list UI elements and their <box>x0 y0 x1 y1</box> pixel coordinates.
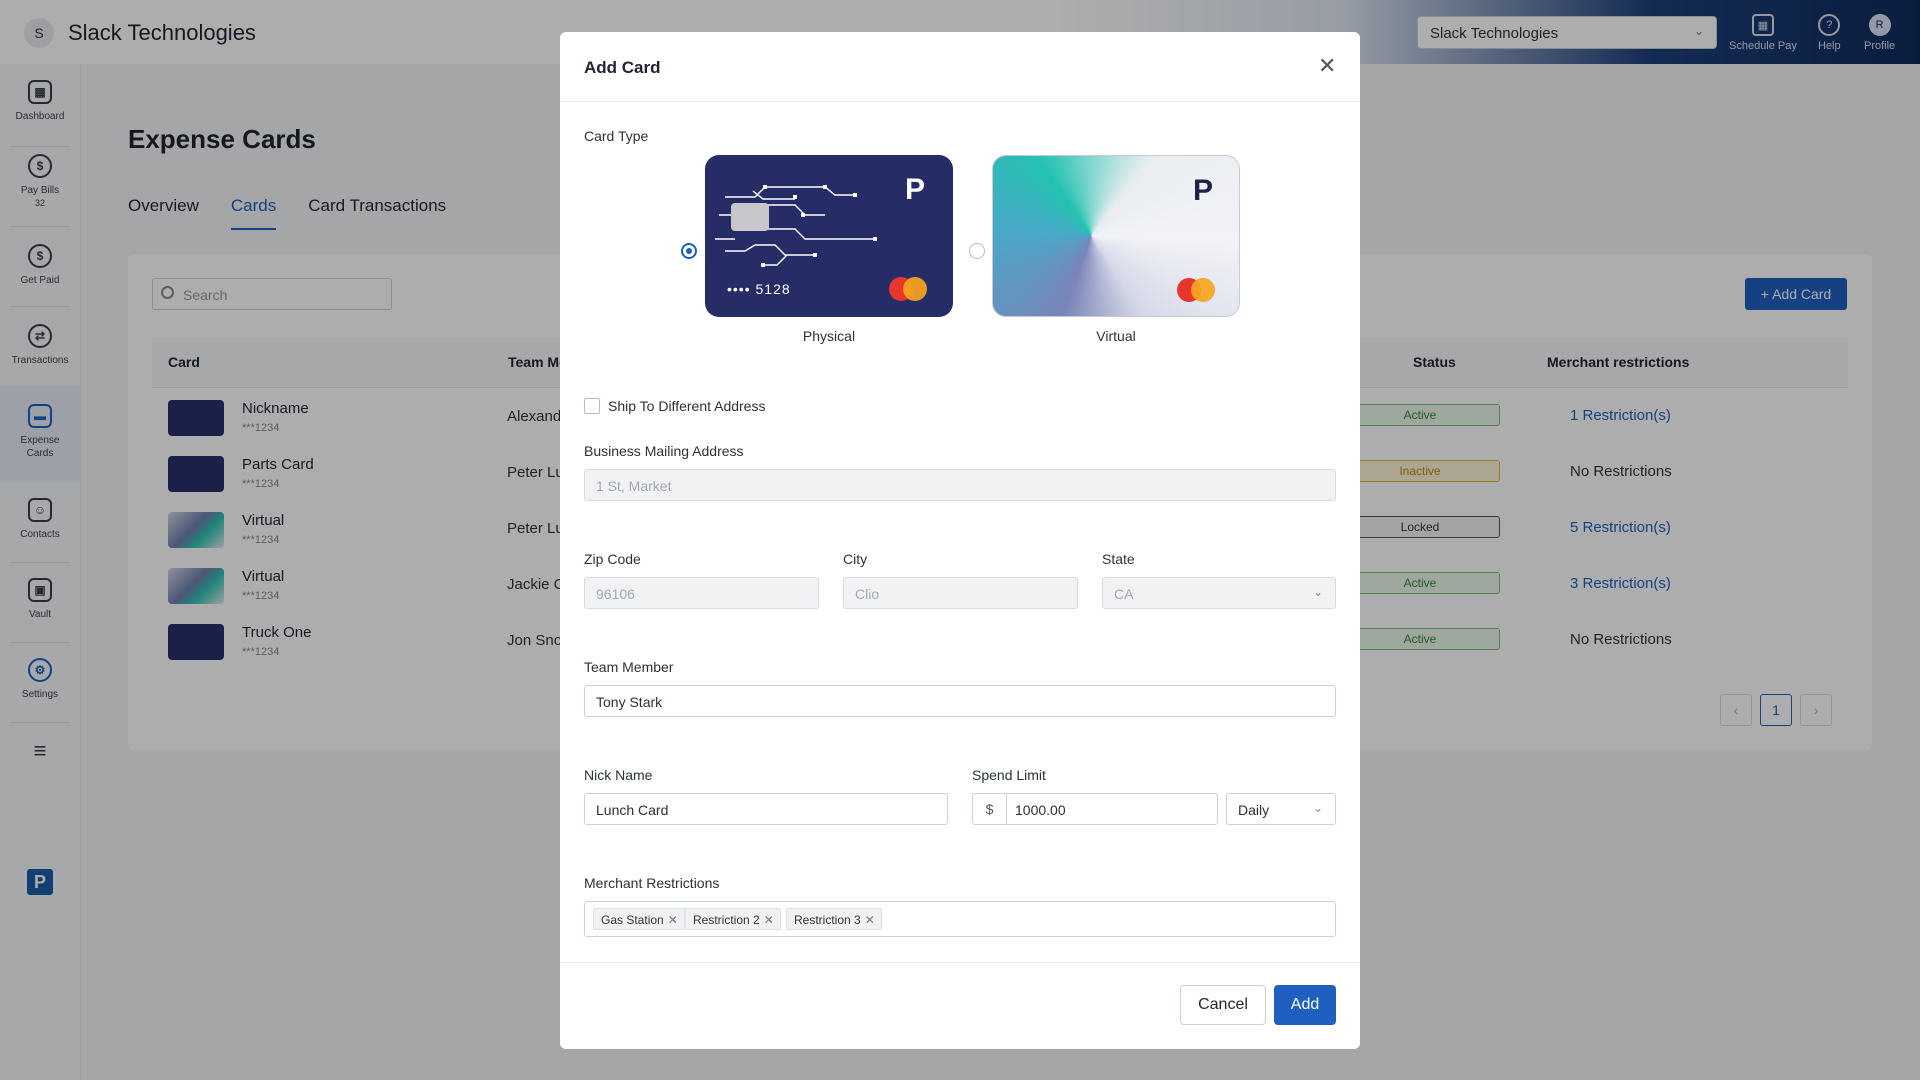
modal-footer: Cancel Add <box>560 962 1360 1049</box>
ship-to-different-address-label[interactable]: Ship To Different Address <box>608 398 765 414</box>
modal-title: Add Card <box>584 58 661 77</box>
team-member-label: Team Member <box>584 659 674 675</box>
mastercard-logo-icon <box>1191 278 1215 302</box>
add-button[interactable]: Add <box>1274 985 1336 1025</box>
ship-to-different-address-checkbox[interactable] <box>584 398 600 414</box>
mastercard-logo-icon <box>903 277 927 301</box>
business-mailing-address-field: 1 St, Market <box>584 469 1336 501</box>
close-icon[interactable]: ✕ <box>1318 55 1336 77</box>
spend-period-value: Daily <box>1238 802 1270 818</box>
merchant-restrictions-input[interactable]: Gas Station ✕ Restriction 2 ✕ Restriction … <box>584 901 1336 937</box>
virtual-card-label: Virtual <box>1096 328 1136 344</box>
chevron-down-icon: ⌄ <box>1312 801 1323 815</box>
nick-name-label: Nick Name <box>584 767 653 783</box>
restriction-tag: Gas Station ✕ <box>593 908 685 930</box>
modal-header: Add Card ✕ <box>560 32 1360 102</box>
card-type-label: Card Type <box>584 128 649 144</box>
state-label: State <box>1102 551 1135 567</box>
cancel-button[interactable]: Cancel <box>1180 985 1266 1025</box>
currency-prefix: $ <box>973 794 1007 824</box>
state-select: CA ⌄ <box>1102 577 1336 609</box>
restriction-tag: Restriction 3 ✕ <box>786 908 882 930</box>
zip-code-field: 96106 <box>584 577 819 609</box>
zip-code-label: Zip Code <box>584 551 641 567</box>
remove-tag-icon[interactable]: ✕ <box>764 913 774 927</box>
restriction-tag-label: Gas Station <box>601 913 664 927</box>
spend-limit-value: 1000.00 <box>1015 802 1066 818</box>
business-mailing-address-label: Business Mailing Address <box>584 443 744 459</box>
restriction-tag: Restriction 2 ✕ <box>685 908 781 930</box>
add-card-modal: Add Card ✕ Card Type P •••• 5128 Physica… <box>560 32 1360 1049</box>
remove-tag-icon[interactable]: ✕ <box>668 913 678 927</box>
chevron-down-icon: ⌄ <box>1312 585 1323 599</box>
state-value: CA <box>1114 586 1134 602</box>
p-logo-icon: P <box>1193 174 1214 207</box>
card-chip <box>731 203 769 231</box>
virtual-card-radio[interactable] <box>969 243 985 259</box>
nick-name-field[interactable]: Lunch Card <box>584 793 948 825</box>
physical-card-image[interactable]: P •••• 5128 <box>705 155 953 317</box>
merchant-restrictions-label: Merchant Restrictions <box>584 875 720 891</box>
remove-tag-icon[interactable]: ✕ <box>865 913 875 927</box>
physical-card-radio[interactable] <box>681 243 697 259</box>
p-logo-icon: P <box>905 173 926 206</box>
city-field: Clio <box>843 577 1078 609</box>
spend-period-select[interactable]: Daily ⌄ <box>1226 793 1336 825</box>
city-label: City <box>843 551 868 567</box>
physical-card-label: Physical <box>802 328 856 344</box>
spend-limit-field[interactable]: $ 1000.00 <box>972 793 1218 825</box>
restriction-tag-label: Restriction 3 <box>794 913 861 927</box>
card-masked-number: •••• 5128 <box>727 281 791 297</box>
spend-limit-label: Spend Limit <box>972 767 1046 783</box>
virtual-card-image[interactable]: P <box>992 155 1240 317</box>
restriction-tag-label: Restriction 2 <box>693 913 760 927</box>
team-member-field[interactable]: Tony Stark <box>584 685 1336 717</box>
